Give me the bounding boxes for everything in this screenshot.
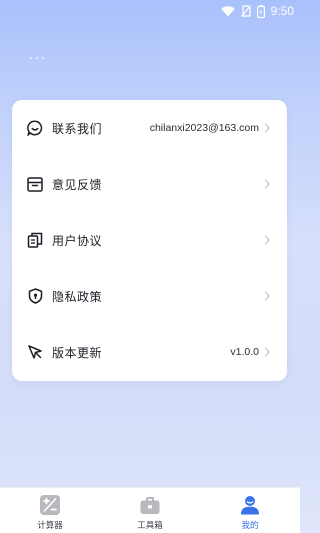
settings-item-label: 意见反馈 [52, 177, 103, 192]
status-time: 9:50 [270, 4, 294, 18]
chevron-right-icon [264, 179, 270, 189]
settings-item-user-agreement[interactable]: 用户协议 [12, 212, 287, 268]
tab-label: 我的 [241, 521, 259, 531]
settings-item-label: 版本更新 [52, 345, 103, 360]
version-number: v1.0.0 [230, 346, 259, 358]
contact-email: chilanxi2023@163.com [149, 122, 259, 134]
chevron-right-icon [264, 347, 270, 357]
chevron-right-icon [264, 123, 270, 133]
chevron-right-icon [264, 235, 270, 245]
inbox-icon [26, 175, 44, 193]
no-sim-icon [240, 5, 251, 17]
status-bar: 9:50 [0, 0, 300, 22]
tab-label: 计算器 [37, 521, 63, 531]
rocket-icon [26, 343, 44, 361]
user-icon [239, 494, 261, 516]
settings-item-version-update[interactable]: 版本更新 v1.0.0 [12, 324, 287, 380]
settings-item-label: 用户协议 [52, 233, 103, 248]
tab-toolbox[interactable]: 工具箱 [100, 488, 200, 533]
settings-card: 联系我们 chilanxi2023@163.com 意见反馈 用户协议 隐私政策… [12, 100, 287, 381]
calculator-icon [39, 494, 61, 516]
settings-item-label: 隐私政策 [52, 289, 103, 304]
shield-icon [26, 287, 44, 305]
document-icon [26, 231, 44, 249]
bottom-tab-bar: 计算器 工具箱 我的 [0, 487, 300, 533]
tab-mine[interactable]: 我的 [200, 488, 300, 533]
wifi-icon [220, 5, 235, 16]
tab-label: 工具箱 [137, 521, 163, 531]
decorative-dots [30, 44, 48, 63]
settings-item-feedback[interactable]: 意见反馈 [12, 156, 287, 212]
settings-item-contact[interactable]: 联系我们 chilanxi2023@163.com [12, 100, 287, 156]
chat-bubble-icon [26, 119, 44, 137]
settings-item-label: 联系我们 [52, 121, 103, 136]
settings-item-privacy-policy[interactable]: 隐私政策 [12, 268, 287, 324]
battery-icon [256, 4, 265, 18]
chevron-right-icon [264, 291, 270, 301]
toolbox-icon [139, 494, 161, 516]
tab-calculator[interactable]: 计算器 [0, 488, 100, 533]
